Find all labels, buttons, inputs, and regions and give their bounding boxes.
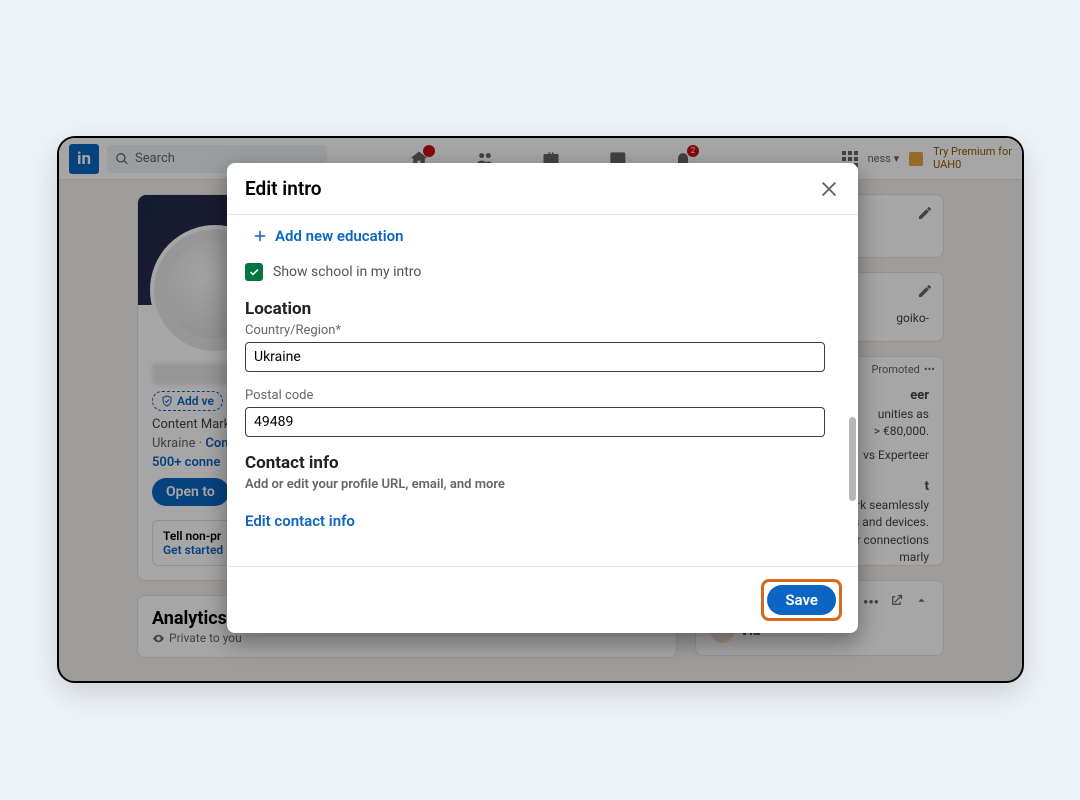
show-school-checkbox-row[interactable]: Show school in my intro [245, 263, 840, 281]
save-button[interactable]: Save [767, 585, 836, 615]
checkbox-checked-icon[interactable] [245, 263, 263, 281]
postal-label: Postal code [245, 388, 840, 403]
close-icon[interactable] [818, 178, 840, 200]
modal-body: Add new education Show school in my intr… [227, 215, 858, 566]
contact-heading: Contact info [245, 453, 840, 473]
save-highlight: Save [761, 579, 842, 621]
location-heading: Location [245, 299, 840, 319]
modal-footer: Save [227, 566, 858, 633]
scrollbar-thumb[interactable] [849, 417, 856, 501]
contact-subtitle: Add or edit your profile URL, email, and… [245, 477, 840, 492]
edit-intro-modal: Edit intro Add new education Show school… [227, 163, 858, 633]
modal-title: Edit intro [245, 177, 322, 200]
show-school-label: Show school in my intro [273, 264, 421, 280]
plus-icon [251, 227, 269, 245]
country-input[interactable] [245, 342, 825, 372]
add-education-button[interactable]: Add new education [245, 219, 840, 263]
postal-input[interactable] [245, 407, 825, 437]
country-label: Country/Region* [245, 323, 840, 338]
edit-contact-link[interactable]: Edit contact info [245, 506, 840, 536]
